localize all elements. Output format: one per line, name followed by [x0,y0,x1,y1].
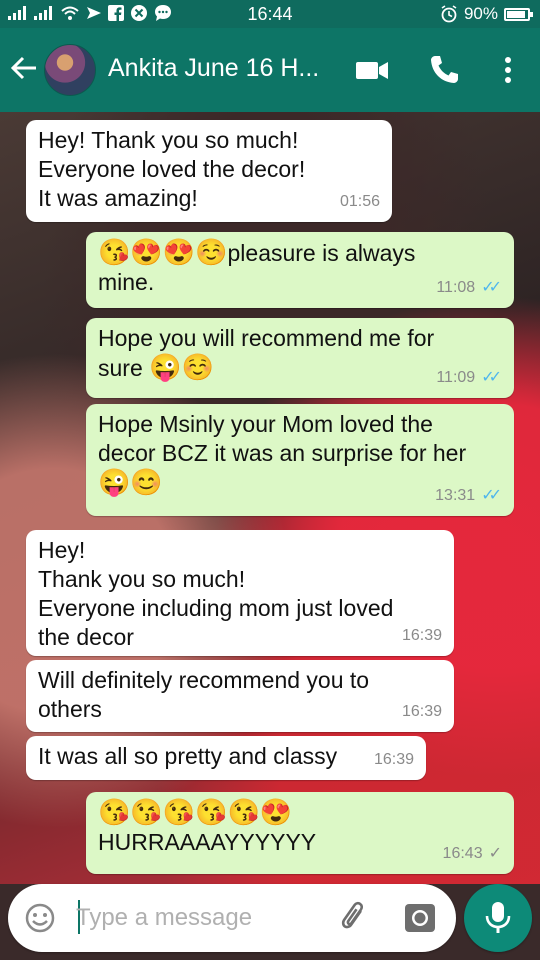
voice-record-button[interactable] [464,884,532,952]
message-input[interactable] [76,902,326,934]
emoji: 😘😍😍☺️ [98,237,228,267]
chat-area[interactable]: Hey! Thank you so much! Everyone loved t… [0,112,540,884]
message-outgoing[interactable]: 😘😍😍☺️pleasure is always mine. 11:08 ✓✓ [86,232,514,308]
message-meta: 11:08 ✓✓ [436,273,502,302]
message-time: 13:31 [435,487,476,504]
emoji: 😜😊 [98,467,163,497]
message-outgoing[interactable]: Hope you will recommend me for sure 😜☺️ … [86,318,514,398]
phone-call-icon[interactable] [426,52,462,88]
emoji: 😘😘😘😘😘😍 [98,797,293,827]
mic-icon [485,902,511,933]
emoji: 😜☺️ [149,352,214,382]
battery-percent: 90% [463,4,498,23]
message-meta: 16:39 [374,745,414,774]
message-time: 16:43 [442,845,483,862]
message-time: 16:39 [401,703,442,720]
camera-icon[interactable] [402,900,438,936]
message-meta: 16:39 [402,697,442,726]
avatar[interactable] [44,44,96,96]
emoji-icon[interactable] [24,902,56,934]
message-time: 11:08 [436,279,476,296]
back-arrow-icon[interactable] [10,54,38,88]
message-time: 16:39 [373,751,414,768]
status-bar: 16:44 90% [0,0,540,28]
message-text: It was all so pretty and classy [38,743,338,769]
message-meta: 16:43 ✓ [442,839,503,868]
attach-icon[interactable] [338,900,372,936]
single-check-icon: ✓ [488,845,503,862]
message-incoming[interactable]: Hey! Thank you so much! Everyone loved t… [26,120,392,222]
contact-name[interactable]: Ankita June 16 H... [108,54,319,83]
video-call-icon[interactable] [354,52,390,88]
double-check-icon: ✓✓ [481,487,502,504]
message-meta: 13:31 ✓✓ [435,481,502,510]
message-incoming[interactable]: Will definitely recommend you to others … [26,660,454,732]
more-options-icon[interactable] [490,52,526,88]
message-time: 01:56 [339,193,380,210]
message-body: Hope Msinly your Mom loved the decor BCZ… [98,411,467,466]
message-meta: 01:56 [340,187,380,216]
message-composer [8,884,456,952]
status-right: 90% [440,4,533,24]
message-incoming[interactable]: It was all so pretty and classy 16:39 [26,736,426,780]
message-incoming[interactable]: Hey! Thank you so much! Everyone includi… [26,530,454,656]
battery-icon [504,7,533,21]
message-time: 11:09 [436,369,476,386]
battery-fill [507,10,525,18]
alarm-icon [441,5,457,23]
message-time: 16:39 [401,627,442,644]
message-outgoing[interactable]: Hope Msinly your Mom loved the decor BCZ… [86,404,514,516]
chat-header: Ankita June 16 H... [0,28,540,112]
double-check-icon: ✓✓ [481,369,502,386]
double-check-icon: ✓✓ [481,279,502,296]
message-text: 😘😘😘😘😘😍 HURRAAAAYYYYYY [98,798,502,857]
message-text: Hey! Thank you so much! Everyone includi… [38,537,394,650]
message-text: Will definitely recommend you to others [38,667,370,722]
message-text: Hey! Thank you so much! Everyone loved t… [38,127,306,211]
message-meta: 16:39 [402,621,442,650]
message-body: HURRAAAAYYYYYY [98,829,317,855]
message-outgoing[interactable]: 😘😘😘😘😘😍 HURRAAAAYYYYYY 16:43 ✓ [86,792,514,874]
message-meta: 11:09 ✓✓ [436,363,502,392]
